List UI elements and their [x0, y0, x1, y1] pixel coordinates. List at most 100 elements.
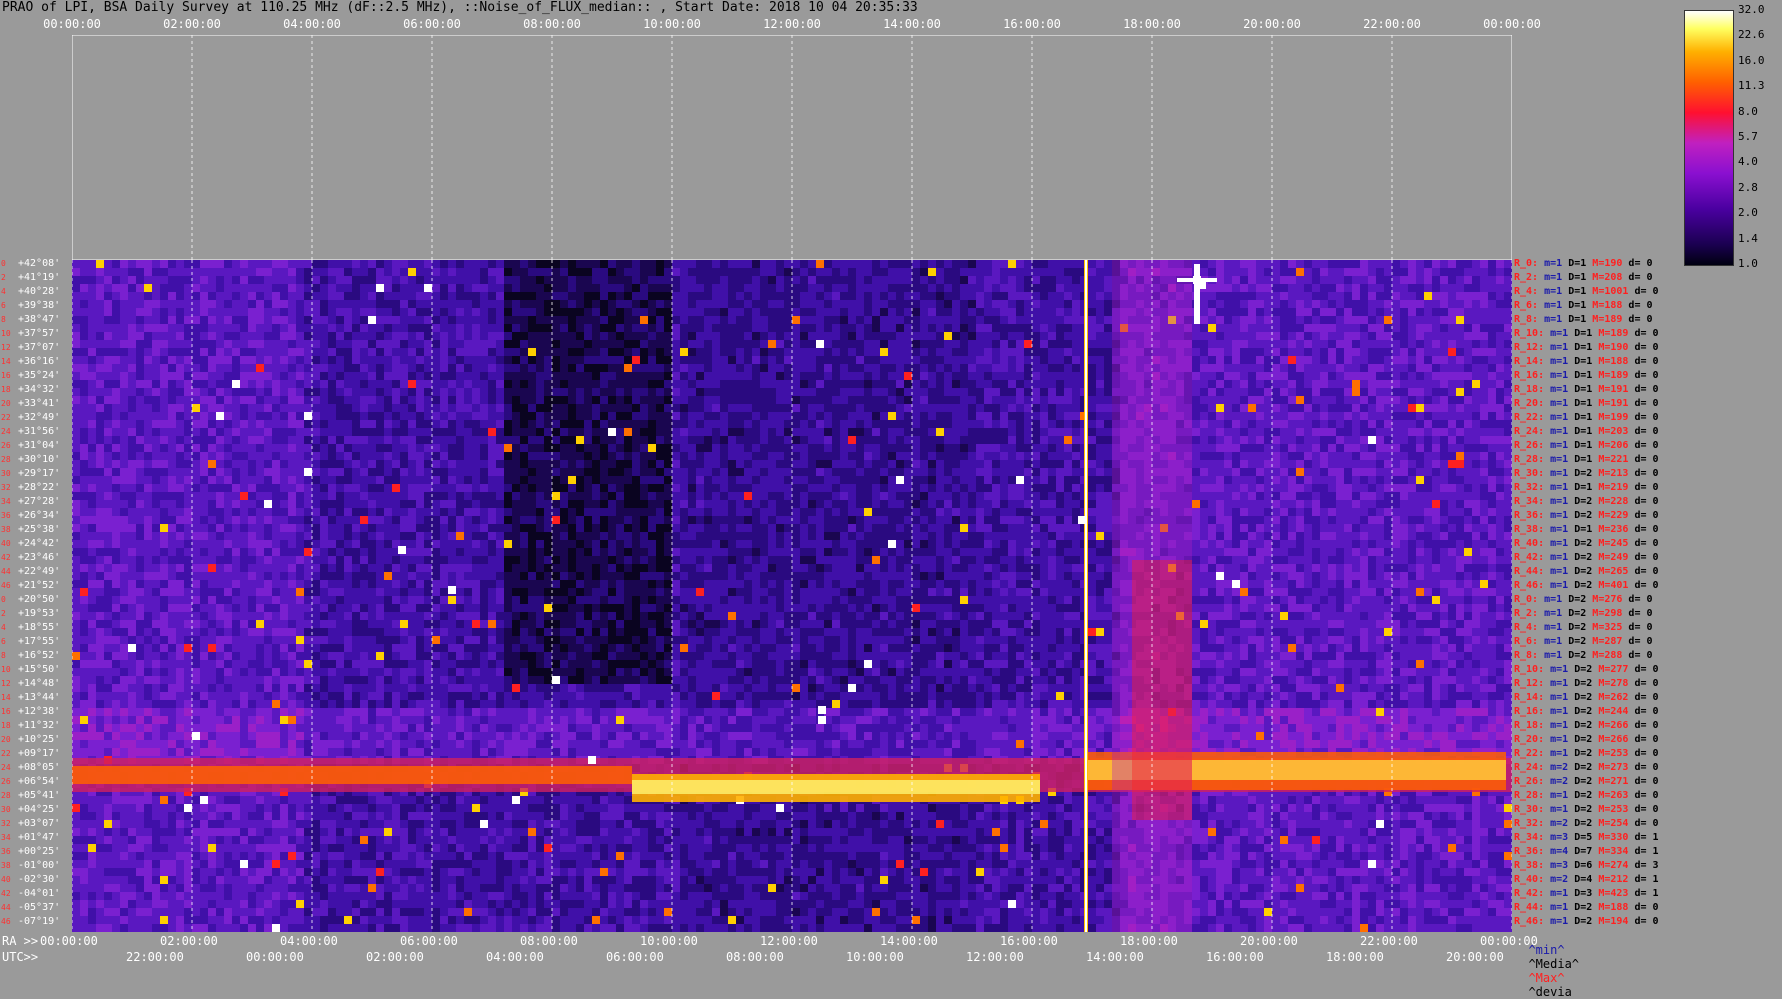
stat-dev: d= 0	[1634, 426, 1658, 437]
declination-label: +33°41'	[18, 398, 72, 410]
declination-label: +19°53'	[18, 608, 72, 620]
stat-m: m=1	[1550, 580, 1574, 591]
row-index: 10	[1, 329, 15, 339]
stat-r: R_24:	[1514, 762, 1550, 773]
stat-M: M=188	[1598, 902, 1634, 913]
stat-row: R_36: m=4 D=7 M=334 d= 1	[1514, 846, 1659, 858]
stat-M: M=278	[1598, 678, 1634, 689]
ra-label: 14:00:00	[880, 934, 938, 948]
stat-d: D=3	[1574, 888, 1598, 899]
stat-dev: d= 0	[1634, 342, 1658, 353]
stat-dev: d= 0	[1634, 762, 1658, 773]
stat-r: R_0:	[1514, 258, 1544, 269]
stat-dev: d= 1	[1634, 874, 1658, 885]
stat-m: m=1	[1550, 426, 1574, 437]
stat-row: R_30: m=1 D=2 M=213 d= 0	[1514, 468, 1659, 480]
declination-label: -01°00'	[18, 860, 72, 872]
stat-M: M=208	[1592, 272, 1628, 283]
stat-r: R_18:	[1514, 720, 1550, 731]
row-index: 44	[1, 903, 15, 913]
stat-d: D=1	[1574, 384, 1598, 395]
stat-row: R_6: m=1 D=2 M=287 d= 0	[1514, 636, 1653, 648]
stat-row: R_36: m=1 D=2 M=229 d= 0	[1514, 510, 1659, 522]
colorbar-label: 32.0	[1738, 4, 1765, 16]
stat-d: D=2	[1574, 496, 1598, 507]
stat-m: m=1	[1550, 566, 1574, 577]
stat-M: M=245	[1598, 538, 1634, 549]
stats-legend: ^min^ ^Media^ ^Max^ ^devia	[1514, 929, 1579, 999]
declination-label: +22°49'	[18, 566, 72, 578]
stat-d: D=5	[1574, 832, 1598, 843]
row-index: 6	[1, 637, 15, 647]
stat-d: D=2	[1574, 916, 1598, 927]
declination-label: +09°17'	[18, 748, 72, 760]
stat-m: m=1	[1544, 650, 1568, 661]
row-index: 42	[1, 553, 15, 563]
stat-dev: d= 0	[1628, 314, 1652, 325]
utc-label: 08:00:00	[726, 950, 784, 964]
stat-dev: d= 0	[1634, 482, 1658, 493]
row-index: 38	[1, 525, 15, 535]
stat-m: m=1	[1550, 692, 1574, 703]
stat-row: R_38: m=3 D=6 M=274 d= 3	[1514, 860, 1659, 872]
row-index: 8	[1, 651, 15, 661]
stat-d: D=2	[1574, 706, 1598, 717]
stat-d: D=4	[1574, 874, 1598, 885]
stat-dev: d= 0	[1634, 286, 1658, 297]
declination-label: +29°17'	[18, 468, 72, 480]
stat-M: M=228	[1598, 496, 1634, 507]
stat-r: R_38:	[1514, 860, 1550, 871]
stat-dev: d= 0	[1634, 706, 1658, 717]
stat-m: m=1	[1550, 384, 1574, 395]
row-index: 2	[1, 609, 15, 619]
declination-label: +15°50'	[18, 664, 72, 676]
stat-dev: d= 0	[1634, 678, 1658, 689]
row-index: 20	[1, 399, 15, 409]
row-index: 30	[1, 805, 15, 815]
declination-label: +25°38'	[18, 524, 72, 536]
stat-M: M=206	[1598, 440, 1634, 451]
page-title: PRAO of LPI, BSA Daily Survey at 110.25 …	[2, 0, 918, 16]
stat-row: R_4: m=1 D=1 M=1001 d= 0	[1514, 286, 1659, 298]
stat-row: R_8: m=1 D=2 M=288 d= 0	[1514, 650, 1653, 662]
stat-M: M=191	[1598, 398, 1634, 409]
stat-d: D=2	[1574, 734, 1598, 745]
row-index: 44	[1, 567, 15, 577]
stat-r: R_4:	[1514, 286, 1544, 297]
stat-d: D=1	[1574, 482, 1598, 493]
stat-d: D=2	[1574, 902, 1598, 913]
stat-d: D=2	[1574, 468, 1598, 479]
row-index: 12	[1, 679, 15, 689]
colorbar-label: 11.3	[1738, 80, 1765, 92]
colorbar-label: 16.0	[1738, 55, 1765, 67]
row-index: 4	[1, 287, 15, 297]
stat-M: M=263	[1598, 790, 1634, 801]
stat-row: R_34: m=3 D=5 M=330 d= 1	[1514, 832, 1659, 844]
top-time-label: 12:00:00	[763, 17, 821, 31]
stat-dev: d= 0	[1634, 328, 1658, 339]
stat-d: D=6	[1574, 860, 1598, 871]
stat-row: R_26: m=2 D=2 M=271 d= 0	[1514, 776, 1659, 788]
stat-d: D=1	[1568, 272, 1592, 283]
stat-M: M=423	[1598, 888, 1634, 899]
stat-d: D=1	[1574, 524, 1598, 535]
row-index: 24	[1, 763, 15, 773]
stat-r: R_8:	[1514, 650, 1544, 661]
top-time-label: 04:00:00	[283, 17, 341, 31]
stat-d: D=2	[1568, 622, 1592, 633]
stat-dev: d= 0	[1634, 370, 1658, 381]
stat-row: R_4: m=1 D=2 M=325 d= 0	[1514, 622, 1653, 634]
stat-d: D=1	[1574, 426, 1598, 437]
stat-dev: d= 0	[1634, 538, 1658, 549]
stat-row: R_24: m=2 D=2 M=273 d= 0	[1514, 762, 1659, 774]
stat-dev: d= 0	[1634, 356, 1658, 367]
row-index: 0	[1, 595, 15, 605]
stat-d: D=2	[1574, 510, 1598, 521]
stat-r: R_26:	[1514, 776, 1550, 787]
stat-M: M=229	[1598, 510, 1634, 521]
row-index: 38	[1, 861, 15, 871]
utc-label: 04:00:00	[486, 950, 544, 964]
row-index: 34	[1, 497, 15, 507]
declination-label: +03°07'	[18, 818, 72, 830]
stat-r: R_10:	[1514, 328, 1550, 339]
